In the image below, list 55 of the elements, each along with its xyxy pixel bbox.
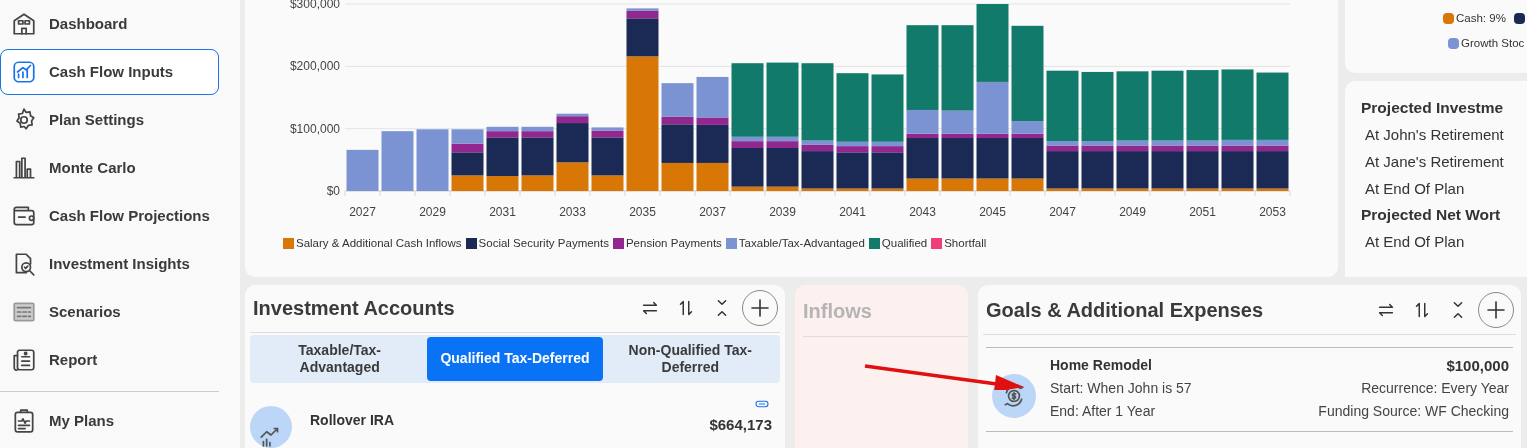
axis-label: 2035 bbox=[629, 205, 656, 219]
projection-label: At Jane's Retirement bbox=[1364, 152, 1505, 172]
axis-label: $0 bbox=[326, 184, 340, 198]
legend-label: Growth Stoc bbox=[1461, 36, 1525, 52]
nav-item[interactable]: Monte Carlo bbox=[0, 145, 219, 191]
goal-end: End: After 1 Year bbox=[1050, 402, 1157, 421]
nav-item[interactable]: Scenarios bbox=[0, 289, 219, 335]
legend-label: Cash: 9% bbox=[1456, 11, 1506, 26]
panel-title: Investment Accounts bbox=[253, 296, 456, 322]
axis-label: 2053 bbox=[1259, 205, 1286, 219]
account-amount: $664,173 bbox=[709, 415, 772, 435]
goal-start: Start: When John is 57 bbox=[1050, 379, 1192, 398]
goal-funding-source: Funding Source: WF Checking bbox=[1318, 402, 1509, 421]
nav-item[interactable]: Cash Flow Inputs bbox=[0, 49, 219, 95]
axis-label: 2031 bbox=[489, 205, 516, 219]
nav-item[interactable]: Plan Settings bbox=[0, 97, 219, 143]
axis-label: 2045 bbox=[979, 205, 1006, 219]
axis-label: 2037 bbox=[699, 205, 726, 219]
legend-label: Social Security Payments bbox=[478, 236, 609, 251]
account-tab[interactable]: Non-Qualified Tax-Deferred bbox=[602, 336, 778, 381]
account-tab[interactable]: Qualified Tax-Deferred bbox=[427, 336, 603, 381]
axis-label: 2041 bbox=[839, 205, 866, 219]
axis-label: 2039 bbox=[769, 205, 796, 219]
axis-label: 2033 bbox=[559, 205, 586, 219]
nav-item[interactable]: Investment Insights bbox=[0, 241, 219, 287]
section-heading: Projected Net Wort bbox=[1361, 205, 1502, 225]
goal-name: Home Remodel bbox=[1050, 356, 1153, 375]
nav-item[interactable]: Dashboard bbox=[0, 1, 219, 47]
axis-label: 2049 bbox=[1119, 205, 1146, 219]
axis-label: 2051 bbox=[1189, 205, 1216, 219]
axis-label: 2043 bbox=[909, 205, 936, 219]
projection-label: At End Of Plan bbox=[1364, 232, 1466, 252]
goal-amount: $100,000 bbox=[1446, 356, 1509, 376]
projection-label: At John's Retirement bbox=[1364, 125, 1505, 145]
account-name: Rollover IRA bbox=[310, 411, 394, 430]
section-heading: Projected Investme bbox=[1361, 98, 1505, 118]
axis-label: 2029 bbox=[419, 205, 446, 219]
axis-label: $200,000 bbox=[289, 59, 340, 74]
legend-label: Taxable/Tax-Advantaged bbox=[738, 236, 865, 251]
axis-label: $100,000 bbox=[289, 121, 340, 136]
legend-label: Shortfall bbox=[944, 236, 987, 251]
axis-label: 2047 bbox=[1049, 205, 1076, 219]
nav-item[interactable]: Cash Flow Projections bbox=[0, 193, 219, 239]
nav-item[interactable]: Report bbox=[0, 337, 219, 383]
panel-title: Inflows bbox=[803, 298, 872, 324]
legend-label: Pension Payments bbox=[625, 236, 722, 251]
legend-label: Salary & Additional Cash Inflows bbox=[296, 236, 462, 251]
panel-title: Goals & Additional Expenses bbox=[986, 297, 1265, 323]
axis-label: $300,000 bbox=[289, 0, 340, 11]
legend-label: Qualified bbox=[881, 236, 928, 251]
projection-label: At End Of Plan bbox=[1364, 179, 1466, 199]
goal-recurrence: Recurrence: Every Year bbox=[1361, 379, 1509, 398]
nav-item[interactable]: My Plans bbox=[0, 398, 219, 444]
axis-label: 2027 bbox=[349, 205, 376, 219]
account-tab[interactable]: Taxable/Tax-Advantaged bbox=[252, 336, 428, 381]
